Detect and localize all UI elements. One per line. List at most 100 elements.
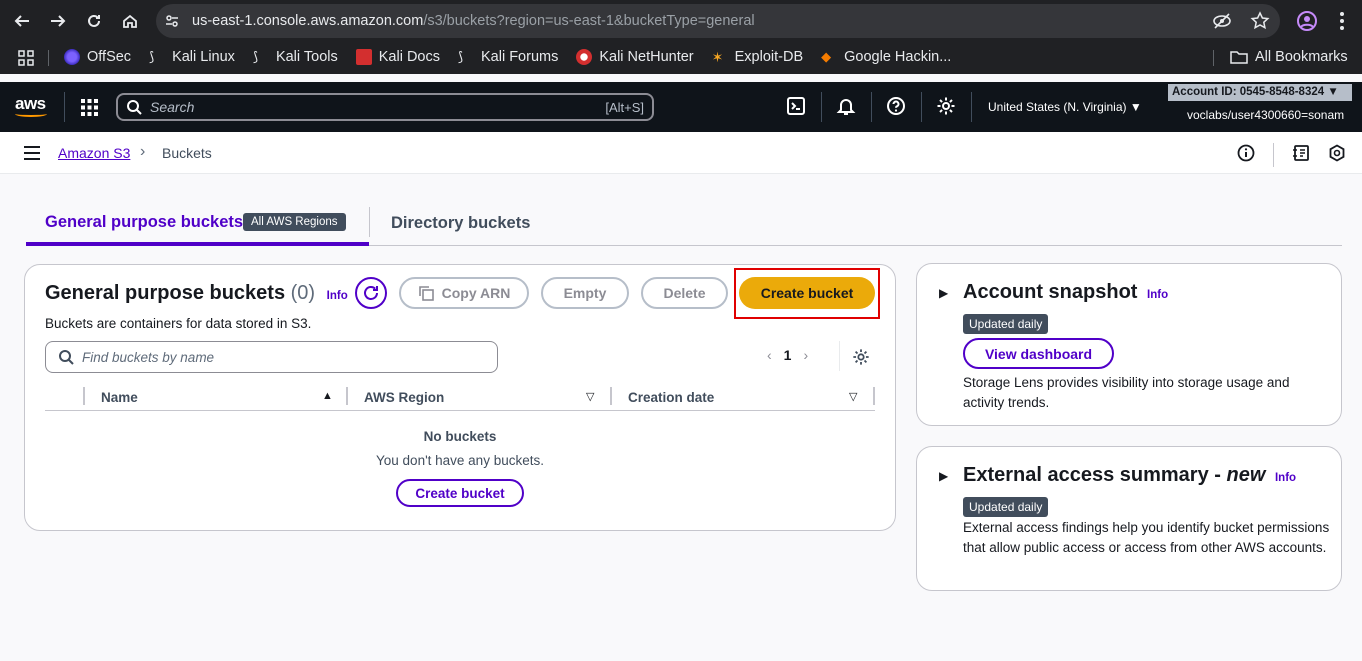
profile-icon[interactable]: [1296, 10, 1318, 37]
bookmark-kali-tools[interactable]: ⟆ Kali Tools: [253, 49, 338, 65]
copy-arn-button[interactable]: Copy ARN: [399, 277, 529, 309]
bookmark-kali-forums[interactable]: ⟆ Kali Forums: [458, 49, 558, 65]
search-icon: [59, 350, 74, 365]
column-creation-date[interactable]: Creation date: [628, 390, 714, 405]
cloudshell-icon[interactable]: [786, 96, 808, 118]
url-text: us-east-1.console.aws.amazon.com/s3/buck…: [192, 13, 755, 29]
empty-create-bucket-button[interactable]: Create bucket: [396, 479, 524, 507]
tab-directory-buckets[interactable]: Directory buckets: [391, 214, 530, 233]
back-icon[interactable]: [4, 3, 40, 39]
find-buckets-input[interactable]: Find buckets by name: [45, 341, 498, 373]
kebab-menu-icon[interactable]: [1338, 11, 1346, 36]
copy-icon: [418, 286, 434, 301]
external-access-description: External access findings help you identi…: [963, 520, 1330, 555]
bookmark-kali-nethunter[interactable]: Kali NetHunter: [576, 49, 694, 65]
nav-divider: [871, 92, 872, 122]
bookmark-exploit-db[interactable]: ✶ Exploit-DB: [712, 49, 804, 65]
bell-icon[interactable]: [836, 96, 858, 118]
kali-dragon-icon: ⟆: [149, 49, 155, 64]
reload-icon[interactable]: [76, 3, 112, 39]
search-placeholder: Search: [150, 99, 195, 115]
preferences-gear-icon[interactable]: [852, 348, 870, 371]
panel-title: General purpose buckets (0) Info: [45, 282, 348, 304]
forward-icon[interactable]: [40, 3, 76, 39]
bookmark-offsec[interactable]: OffSec: [64, 49, 131, 65]
column-divider: [346, 387, 348, 405]
kali-docs-icon: [355, 49, 372, 65]
star-icon[interactable]: [1250, 11, 1270, 31]
sort-descending-icon[interactable]: ▽: [849, 390, 857, 403]
expand-triangle-icon[interactable]: ▶: [939, 286, 948, 300]
help-icon[interactable]: [886, 96, 908, 118]
account-id-badge[interactable]: Account ID: 0545-8548-8324 ▼: [1168, 84, 1352, 101]
info-link[interactable]: Info: [1147, 289, 1168, 301]
refresh-button[interactable]: [355, 277, 387, 309]
toolbar-divider: [1273, 143, 1274, 167]
updated-daily-badge: Updated daily: [963, 314, 1049, 334]
highlight-box: [734, 268, 880, 319]
nav-divider: [921, 92, 922, 122]
nethunter-icon: [576, 49, 593, 65]
delete-button[interactable]: Delete: [641, 277, 728, 309]
home-icon[interactable]: [112, 3, 148, 39]
user-name[interactable]: voclabs/user4300660=sonam: [1187, 108, 1344, 122]
info-link[interactable]: Info: [1275, 472, 1296, 484]
caret-down-icon: ▼: [1327, 86, 1339, 98]
search-icon: [127, 100, 142, 115]
site-info-icon[interactable]: [164, 13, 180, 29]
column-divider: [610, 387, 612, 405]
page-number[interactable]: 1: [784, 347, 792, 363]
hamburger-menu-icon[interactable]: [24, 146, 40, 165]
exploit-db-icon: ✶: [711, 49, 724, 65]
all-bookmarks[interactable]: All Bookmarks: [1230, 49, 1348, 65]
breadcrumb-amazon-s3[interactable]: Amazon S3: [58, 145, 130, 161]
nav-divider: [64, 92, 65, 122]
snapshot-title: Account snapshot Info: [963, 281, 1169, 303]
bookmark-kali-linux[interactable]: ⟆ Kali Linux: [149, 49, 235, 65]
info-circle-icon[interactable]: [1237, 144, 1255, 167]
empty-button[interactable]: Empty: [541, 277, 629, 309]
info-link[interactable]: Info: [327, 290, 348, 302]
empty-state-title: No buckets: [423, 429, 497, 444]
search-placeholder: Find buckets by name: [82, 349, 215, 365]
column-name[interactable]: Name: [101, 390, 138, 405]
aws-search-input[interactable]: Search [Alt+S]: [116, 93, 654, 121]
view-dashboard-button[interactable]: View dashboard: [963, 338, 1114, 369]
bucket-count: (0): [290, 282, 316, 304]
table-header: Name ▲ AWS Region ▽ Creation date ▽: [45, 383, 875, 411]
breadcrumb-buckets: Buckets: [162, 145, 212, 161]
region-selector[interactable]: United States (N. Virginia) ▼: [988, 100, 1142, 114]
kali-dragon-icon: ⟆: [252, 49, 259, 64]
kali-dragon-icon: ⟆: [457, 49, 464, 64]
bookmarks-divider: [1213, 50, 1214, 66]
column-aws-region[interactable]: AWS Region: [364, 390, 444, 405]
bookmarks-divider: [48, 50, 49, 66]
chevron-right-icon[interactable]: ›: [803, 347, 808, 363]
all-regions-badge: All AWS Regions: [243, 213, 346, 231]
services-grid-icon[interactable]: [81, 99, 98, 121]
gear-icon[interactable]: [936, 96, 958, 118]
amazon-q-icon[interactable]: [1328, 143, 1346, 167]
apps-grid-icon[interactable]: [18, 50, 34, 70]
eye-off-icon[interactable]: [1212, 11, 1232, 31]
folder-icon: [1230, 51, 1248, 64]
column-divider: [873, 387, 875, 405]
sort-ascending-icon[interactable]: ▲: [322, 390, 333, 402]
tab-general-purpose-buckets[interactable]: General purpose buckets All AWS Regions: [26, 198, 369, 246]
bucket-type-tabs: General purpose buckets All AWS Regions …: [26, 198, 1342, 246]
updated-daily-badge: Updated daily: [963, 497, 1049, 517]
notes-icon[interactable]: [1292, 144, 1310, 167]
search-shortcut: [Alt+S]: [605, 99, 644, 115]
bookmark-kali-docs[interactable]: Kali Docs: [355, 49, 440, 65]
expand-triangle-icon[interactable]: ▶: [939, 469, 948, 483]
panel-subtitle: Buckets are containers for data stored i…: [45, 316, 312, 331]
sort-descending-icon[interactable]: ▽: [586, 390, 594, 403]
chevron-left-icon[interactable]: ‹: [767, 347, 772, 363]
bookmark-google-hacking[interactable]: ◆ Google Hackin...: [821, 49, 951, 65]
address-bar[interactable]: us-east-1.console.aws.amazon.com/s3/buck…: [156, 4, 1280, 38]
pager-divider: [839, 341, 840, 371]
nav-divider: [821, 92, 822, 122]
browser-toolbar: us-east-1.console.aws.amazon.com/s3/buck…: [0, 0, 1362, 42]
aws-logo[interactable]: aws: [15, 94, 47, 117]
pagination: ‹ 1 ›: [755, 347, 820, 363]
